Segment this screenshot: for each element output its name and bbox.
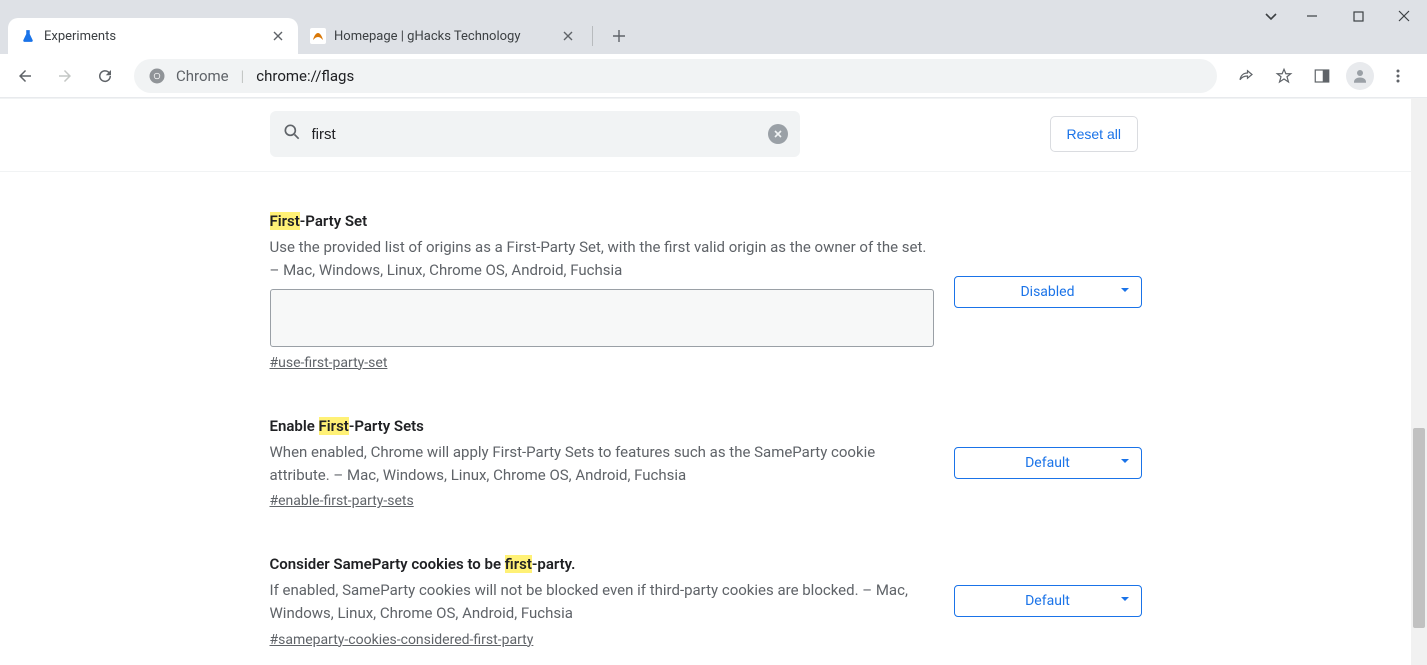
- flag-anchor-link[interactable]: #sameparty-cookies-considered-first-part…: [270, 632, 934, 648]
- flag-state-select[interactable]: Default: [954, 585, 1142, 617]
- back-button[interactable]: [8, 59, 42, 93]
- flag-description: Use the provided list of origins as a Fi…: [270, 236, 934, 283]
- flag-title: Enable First-Party Sets: [270, 417, 934, 435]
- profile-avatar[interactable]: [1343, 59, 1377, 93]
- flag-row: Enable First-Party Sets When enabled, Chr…: [270, 417, 1142, 510]
- flags-search-box[interactable]: [270, 111, 800, 157]
- flag-description: When enabled, Chrome will apply First-Pa…: [270, 441, 934, 488]
- tab-separator: [592, 26, 593, 46]
- reload-button[interactable]: [88, 59, 122, 93]
- chevron-down-icon: [1119, 593, 1131, 609]
- menu-icon[interactable]: [1381, 59, 1415, 93]
- tab-experiments[interactable]: Experiments: [8, 18, 298, 54]
- window-controls: [1253, 0, 1427, 38]
- forward-button[interactable]: [48, 59, 82, 93]
- flag-description: If enabled, SameParty cookies will not b…: [270, 579, 934, 626]
- flag-row: Consider SameParty cookies to be first-p…: [270, 555, 1142, 648]
- tab-search-button[interactable]: [1253, 0, 1289, 32]
- page-content: Reset all First-Party Set Use the provide…: [0, 98, 1411, 665]
- tabstrip: Experiments Homepage | gHacks Technology: [0, 0, 1427, 54]
- flag-title: First-Party Set: [270, 212, 934, 230]
- flag-origins-input[interactable]: [270, 289, 934, 347]
- flag-state-label: Default: [1025, 455, 1070, 471]
- flag-row: First-Party Set Use the provided list of …: [270, 212, 1142, 371]
- flag-state-label: Default: [1025, 593, 1070, 609]
- search-icon: [282, 122, 302, 146]
- scrollbar[interactable]: [1411, 98, 1427, 665]
- close-icon[interactable]: [560, 28, 576, 44]
- side-panel-icon[interactable]: [1305, 59, 1339, 93]
- flask-icon: [20, 28, 36, 44]
- tab-ghacks[interactable]: Homepage | gHacks Technology: [298, 18, 588, 54]
- close-window-button[interactable]: [1381, 0, 1427, 32]
- clear-search-icon[interactable]: [768, 124, 788, 144]
- share-icon[interactable]: [1229, 59, 1263, 93]
- address-bar[interactable]: Chrome | chrome://flags: [134, 59, 1217, 93]
- new-tab-button[interactable]: [605, 22, 633, 50]
- ghacks-icon: [310, 28, 326, 44]
- chevron-down-icon: [1119, 455, 1131, 471]
- flag-anchor-link[interactable]: #enable-first-party-sets: [270, 493, 934, 509]
- search-input[interactable]: [312, 126, 758, 143]
- flag-state-select[interactable]: Default: [954, 447, 1142, 479]
- reset-all-button[interactable]: Reset all: [1050, 116, 1138, 152]
- omnibox-origin: Chrome: [176, 67, 229, 85]
- close-icon[interactable]: [270, 28, 286, 44]
- flag-state-select[interactable]: Disabled: [954, 276, 1142, 308]
- chevron-down-icon: [1119, 284, 1131, 300]
- omnibox-separator: |: [241, 67, 245, 85]
- minimize-button[interactable]: [1289, 0, 1335, 32]
- tab-title: Experiments: [44, 29, 262, 44]
- bookmark-icon[interactable]: [1267, 59, 1301, 93]
- omnibox-path: chrome://flags: [256, 67, 354, 85]
- flag-anchor-link[interactable]: #use-first-party-set: [270, 355, 934, 371]
- tab-title: Homepage | gHacks Technology: [334, 29, 552, 44]
- flag-state-label: Disabled: [1020, 284, 1074, 300]
- chrome-icon: [148, 67, 166, 85]
- browser-toolbar: Chrome | chrome://flags: [0, 54, 1427, 98]
- maximize-button[interactable]: [1335, 0, 1381, 32]
- flag-title: Consider SameParty cookies to be first-p…: [270, 555, 934, 573]
- scrollbar-thumb[interactable]: [1413, 428, 1425, 628]
